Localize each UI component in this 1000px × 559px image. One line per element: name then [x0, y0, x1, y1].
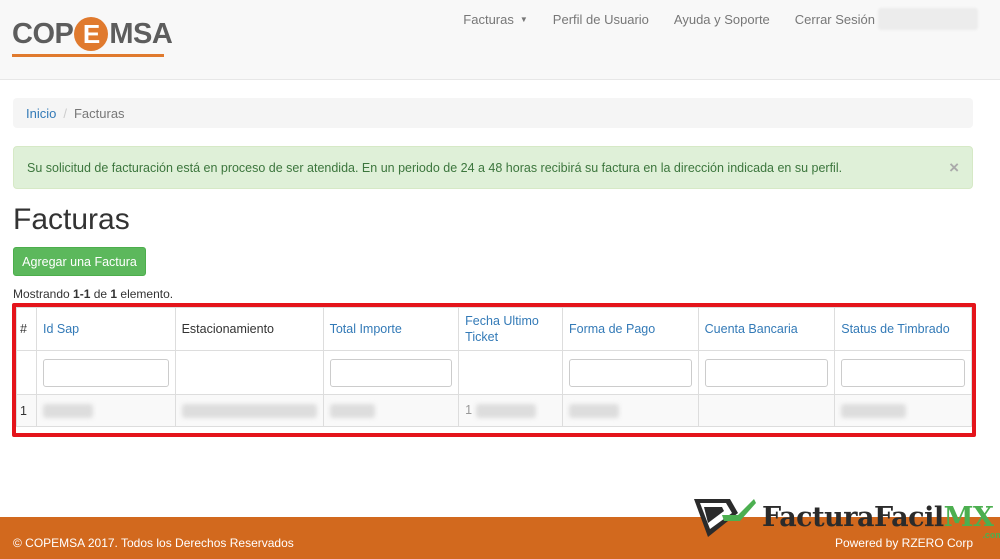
add-factura-button[interactable]: Agregar una Factura [13, 247, 146, 276]
breadcrumb-home-link[interactable]: Inicio [26, 106, 56, 121]
watermark-text: FacturaFacilMX [762, 501, 994, 533]
page-title: Facturas [13, 203, 130, 236]
breadcrumb-separator: / [63, 105, 67, 121]
top-navbar: COP E MSA Facturas ▼ Perfil de Usuario A… [0, 0, 1000, 80]
main-nav: Facturas ▼ Perfil de Usuario Ayuda y Sop… [463, 8, 1000, 30]
breadcrumb: Inicio / Facturas [13, 98, 973, 128]
success-alert: Su solicitud de facturación está en proc… [13, 146, 973, 189]
breadcrumb-current: Facturas [73, 105, 125, 121]
logo-text-right: MSA [109, 17, 173, 50]
nav-cerrar-sesion[interactable]: Cerrar Sesión [795, 12, 875, 27]
logo-underline [12, 54, 164, 57]
watermark-logo: FacturaFacilMX .com [694, 497, 1000, 540]
footer-copyright: © COPEMSA 2017. Todos los Derechos Reser… [13, 536, 294, 550]
nav-perfil-usuario[interactable]: Perfil de Usuario [553, 12, 649, 27]
brand-logo[interactable]: COP E MSA [12, 12, 173, 57]
watermark-subtext: .com [982, 530, 1000, 540]
caret-down-icon: ▼ [519, 14, 528, 24]
logo-text-left: COP [12, 17, 74, 50]
results-summary: Mostrando 1-1 de 1 elemento. [13, 287, 174, 301]
table-highlight-box [12, 303, 976, 437]
nav-ayuda-soporte[interactable]: Ayuda y Soporte [674, 12, 770, 27]
footer-powered-by: Powered by RZERO Corp [834, 536, 973, 550]
user-name-redacted [878, 8, 978, 30]
close-icon[interactable]: × [949, 158, 959, 178]
watermark-ticket-icon [694, 499, 756, 537]
alert-message: Su solicitud de facturación está en proc… [27, 160, 843, 175]
nav-facturas-dropdown[interactable]: Facturas ▼ [463, 12, 528, 27]
logo-mark-icon: E [74, 17, 109, 51]
